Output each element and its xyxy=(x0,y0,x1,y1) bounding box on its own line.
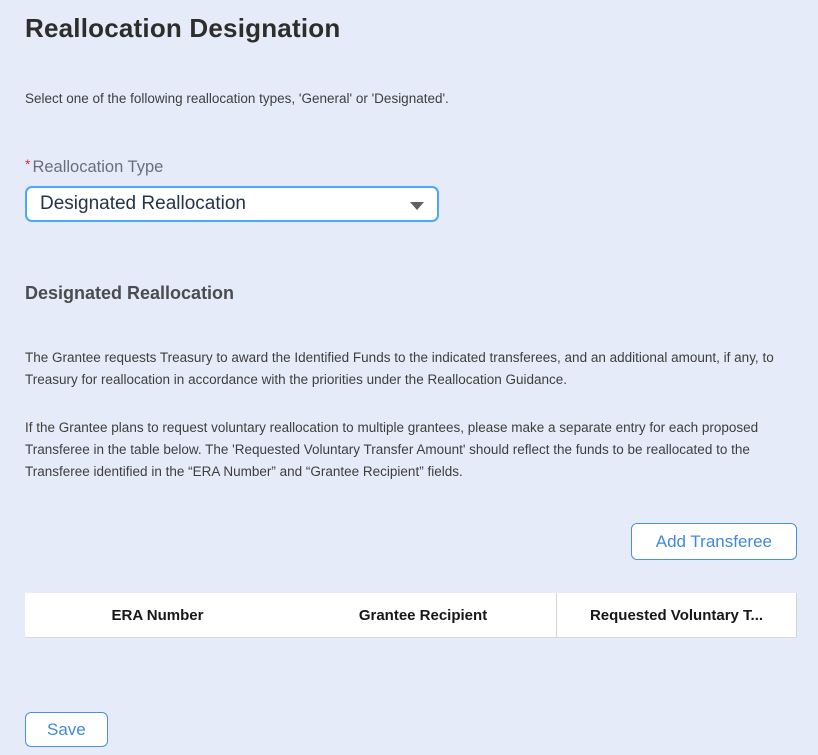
reallocation-type-selected-value: Designated Reallocation xyxy=(40,193,246,215)
transferee-table: ERA Number Grantee Recipient Requested V… xyxy=(25,593,797,648)
reallocation-type-field: *Reallocation Type Designated Reallocati… xyxy=(25,156,797,222)
intro-text: Select one of the following reallocation… xyxy=(25,91,797,106)
table-toolbar: Add Transferee xyxy=(25,523,797,560)
column-header-era-number[interactable]: ERA Number xyxy=(25,593,290,637)
multiple-grantees-instructions-paragraph: If the Grantee plans to request voluntar… xyxy=(25,417,777,483)
required-asterisk: * xyxy=(25,156,30,172)
designated-description-paragraph: The Grantee requests Treasury to award t… xyxy=(25,347,777,391)
column-header-grantee-recipient[interactable]: Grantee Recipient xyxy=(290,593,556,637)
reallocation-designation-page: Reallocation Designation Select one of t… xyxy=(0,0,818,755)
reallocation-type-label-text: Reallocation Type xyxy=(32,158,163,176)
designated-section-heading: Designated Reallocation xyxy=(25,283,797,304)
form-actions: Save xyxy=(25,712,797,747)
reallocation-type-label: *Reallocation Type xyxy=(25,156,797,177)
column-header-requested-voluntary-transfer[interactable]: Requested Voluntary T... xyxy=(556,593,797,637)
chevron-down-icon xyxy=(410,202,424,210)
reallocation-type-select[interactable]: Designated Reallocation xyxy=(25,186,439,222)
save-button[interactable]: Save xyxy=(25,712,108,747)
page-title: Reallocation Designation xyxy=(25,13,797,44)
transferee-table-body xyxy=(25,638,797,648)
transferee-table-header-row: ERA Number Grantee Recipient Requested V… xyxy=(25,593,797,638)
add-transferee-button[interactable]: Add Transferee xyxy=(631,523,797,560)
